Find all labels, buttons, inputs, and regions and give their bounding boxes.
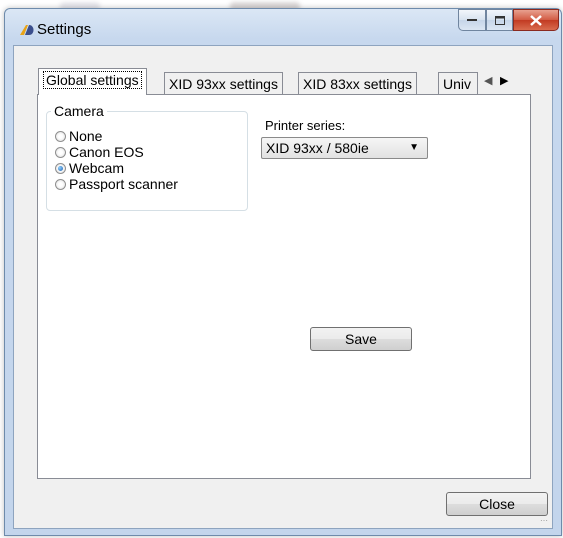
arrow-left-icon[interactable]: ◀ [484, 74, 492, 87]
settings-window: Settings Global settings XID 93xx settin… [4, 8, 562, 536]
radio-label: Webcam [69, 160, 124, 176]
radio-label: Canon EOS [69, 144, 144, 160]
resize-grip-icon[interactable]: ⋯ [540, 516, 550, 526]
radio-none[interactable]: None [55, 128, 102, 144]
camera-groupbox: Camera None Canon EOS Webcam Passport sc… [46, 103, 248, 211]
title-bar[interactable]: Settings [5, 9, 561, 45]
radio-webcam[interactable]: Webcam [55, 160, 124, 176]
radio-button[interactable] [55, 130, 66, 142]
radio-button-checked[interactable] [55, 162, 66, 174]
tab-label: Univ [443, 76, 472, 92]
chevron-down-icon: ▼ [409, 142, 419, 153]
radio-label: Passport scanner [69, 176, 178, 192]
tab-xid-93xx-settings[interactable]: XID 93xx settings [164, 72, 283, 94]
client-area: Global settings XID 93xx settings XID 83… [13, 45, 553, 529]
maximize-icon [494, 15, 505, 25]
close-icon [530, 14, 542, 26]
tab-label: XID 93xx settings [169, 76, 278, 92]
window-title: Settings [37, 21, 92, 38]
save-button[interactable]: Save [310, 327, 412, 351]
tab-xid-83xx-settings[interactable]: XID 83xx settings [298, 72, 417, 94]
printer-series-select[interactable]: XID 93xx / 580ie ▼ [261, 137, 428, 159]
close-window-button[interactable] [513, 9, 559, 31]
maximize-button[interactable] [486, 9, 513, 31]
tab-global-settings[interactable]: Global settings [38, 68, 147, 95]
camera-group-legend: Camera [51, 103, 107, 119]
radio-passport-scanner[interactable]: Passport scanner [55, 176, 178, 192]
app-logo-icon [20, 25, 34, 35]
tab-panel-global-settings: Camera None Canon EOS Webcam Passport sc… [37, 94, 531, 479]
tab-label: XID 83xx settings [303, 76, 412, 92]
printer-series-value: XID 93xx / 580ie [266, 140, 369, 156]
radio-button[interactable] [55, 178, 66, 190]
minimize-icon [467, 19, 477, 21]
radio-button[interactable] [55, 146, 66, 158]
radio-label: None [69, 128, 103, 144]
printer-series-label: Printer series: [265, 118, 346, 133]
radio-canon-eos[interactable]: Canon EOS [55, 144, 144, 160]
tab-label: Global settings [43, 71, 142, 89]
arrow-right-icon[interactable]: ▶ [500, 74, 508, 87]
tab-univ[interactable]: Univ [438, 72, 478, 94]
tab-strip: Global settings XID 93xx settings XID 83… [38, 68, 538, 95]
minimize-button[interactable] [458, 9, 486, 31]
close-button[interactable]: Close [446, 492, 548, 516]
